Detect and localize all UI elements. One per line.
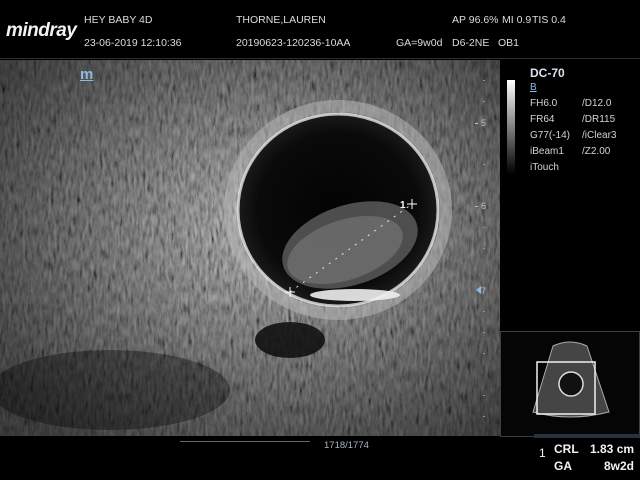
crl-label: CRL	[554, 442, 579, 456]
param-ibeam: iBeam1	[530, 146, 564, 157]
header-bar	[0, 0, 640, 58]
param-iclear: /iClear3	[582, 130, 617, 141]
cine-frame-counter: 1718/1774	[324, 440, 369, 451]
probe-preset: D6-2NE	[452, 37, 490, 49]
caliper-label: 1	[400, 200, 406, 211]
thermal-index: TIS 0.4	[532, 14, 566, 26]
acoustic-power: AP 96.6%	[452, 14, 499, 26]
ga-value: 8w2d	[604, 459, 635, 473]
param-depth: /D12.0	[582, 98, 612, 109]
depth-tick	[475, 123, 478, 124]
thumbnail-scan	[532, 341, 610, 418]
header-divider	[0, 58, 640, 59]
measurement-panel	[534, 434, 640, 480]
param-zoom: /Z2.00	[582, 146, 611, 157]
exam-id: 20190623-120236-10AA	[236, 37, 351, 49]
cine-bar[interactable]	[180, 441, 310, 442]
ga-label: GA	[554, 459, 572, 473]
ultrasound-image[interactable]	[0, 60, 500, 436]
app-name: HEY BABY 4D	[84, 14, 153, 26]
depth-label-7: 7	[481, 286, 487, 296]
mechanical-index: MI 0.9	[502, 14, 532, 26]
depth-label-6: 6	[481, 201, 487, 211]
b-mode-indicator: B	[530, 82, 537, 93]
measurement-index: 1	[539, 446, 546, 460]
param-dynamic-range: /DR115	[582, 114, 616, 125]
exam-datetime: 23-06-2019 12:10:36	[84, 37, 182, 49]
grayscale-bar	[507, 80, 515, 174]
param-itouch: iTouch	[530, 162, 559, 173]
brand-logo: mindray	[6, 20, 77, 41]
ultrasound-scan	[0, 60, 500, 436]
param-fh: FH6.0	[530, 98, 558, 109]
depth-tick	[475, 206, 478, 207]
reference-thumbnail	[500, 331, 640, 437]
param-fr: FR64	[530, 114, 555, 125]
patient-name: THORNE,LAUREN	[236, 14, 326, 26]
gestational-age: GA=9w0d	[396, 37, 443, 49]
probe-name: DC-70	[530, 66, 565, 80]
ob-label: OB1	[498, 37, 520, 49]
param-gain: G77(-14)	[530, 130, 571, 141]
depth-label-5: 5	[481, 118, 487, 128]
crl-value: 1.83 cm	[590, 442, 635, 456]
orientation-marker: m	[80, 66, 94, 83]
